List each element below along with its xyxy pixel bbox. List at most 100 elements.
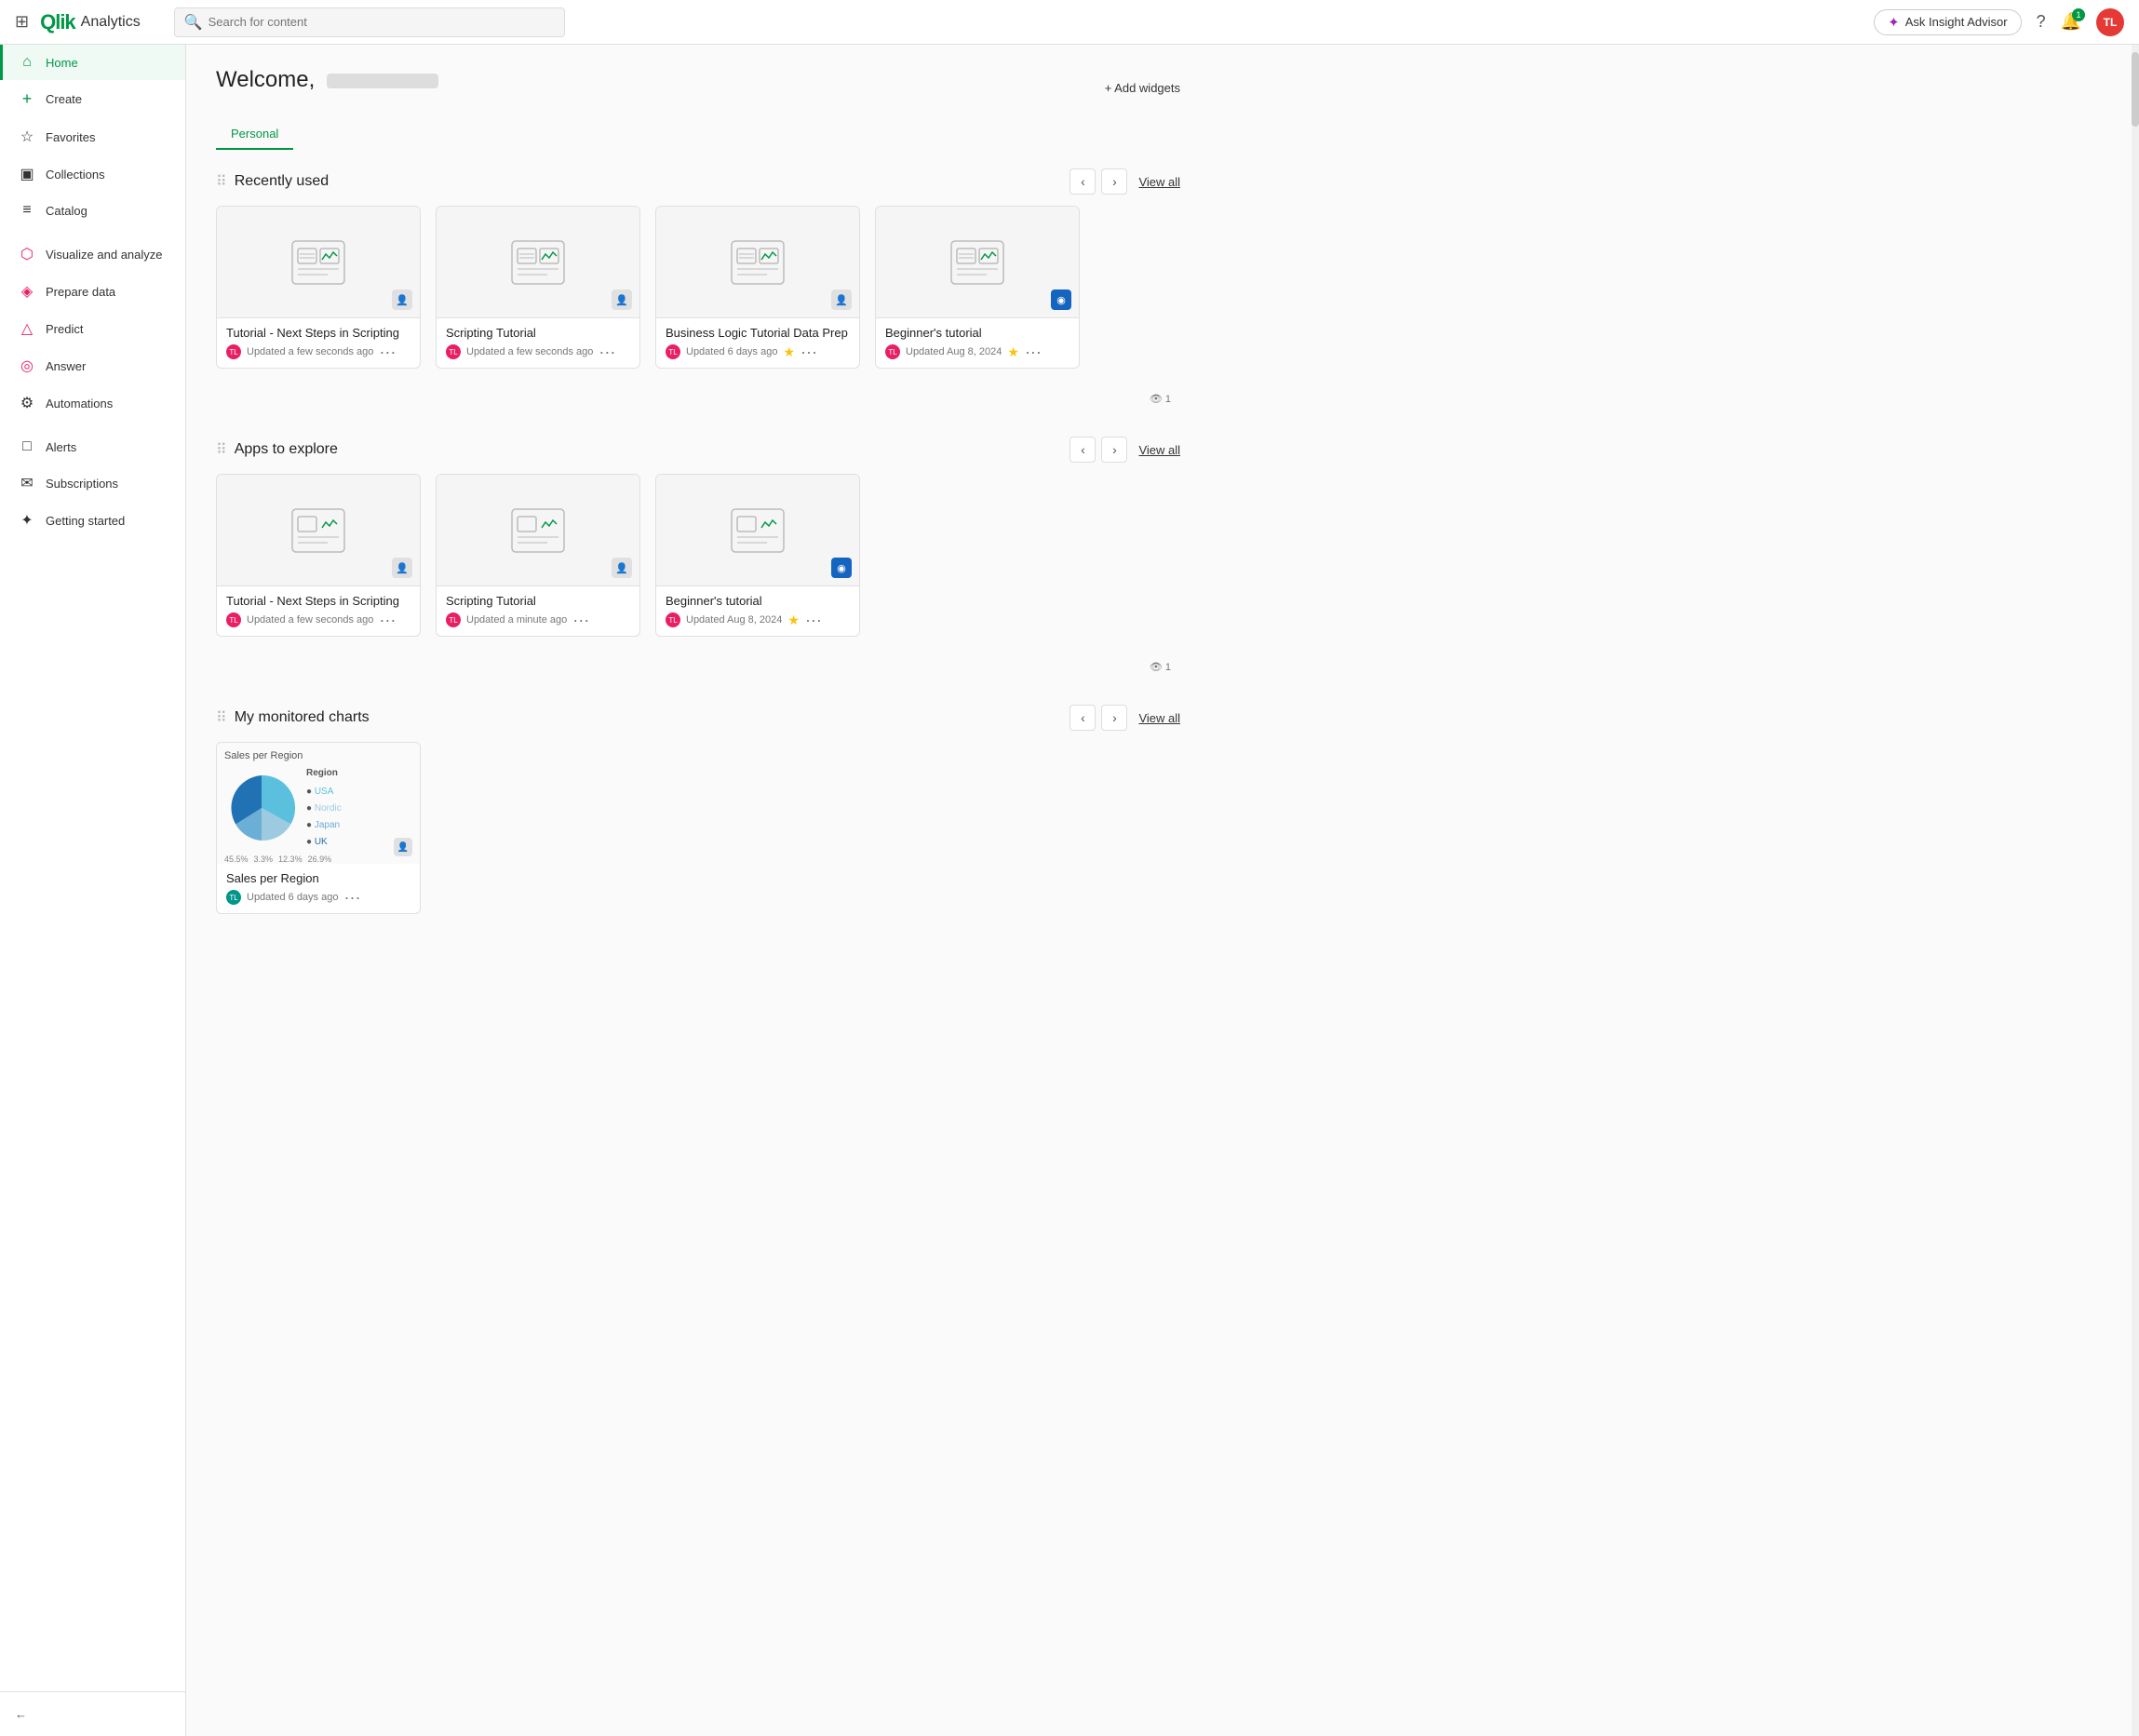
add-widgets-button[interactable]: + Add widgets [1105,81,1180,95]
topnav-right: ✦ Ask Insight Advisor ? 🔔 1 TL [1874,8,2124,36]
tabs: Personal [216,119,293,150]
answer-icon: ◎ [18,357,36,375]
chart-badge: 👤 [394,838,412,856]
drag-handle-recently-used[interactable]: ⠿ [216,172,227,191]
sidebar-item-predict[interactable]: △ Predict [0,310,185,347]
recently-used-card-1[interactable]: 👤 Tutorial - Next Steps in Scripting TL … [216,206,421,369]
recently-used-next-btn[interactable]: › [1101,168,1127,195]
recently-used-view-all[interactable]: View all [1138,175,1180,189]
scrollbar-thumb[interactable] [2132,52,2139,127]
apps-thumbnail-1 [290,507,346,554]
help-icon[interactable]: ? [2037,12,2046,32]
sidebar-item-catalog[interactable]: ≡ Catalog [0,193,185,228]
search-bar[interactable]: 🔍 [174,7,565,37]
sidebar-item-visualize[interactable]: ⬡ Visualize and analyze [0,236,185,273]
card-avatar-2: TL [446,344,461,359]
card-badge-person-3: 👤 [831,289,852,310]
card-badge-person-1: 👤 [392,289,412,310]
recently-used-header: ⠿ Recently used ‹ › View all [216,168,1180,195]
tab-personal[interactable]: Personal [216,119,293,150]
recently-used-title: Recently used [235,173,329,190]
recently-used-cards: 👤 Tutorial - Next Steps in Scripting TL … [216,206,1180,369]
sidebar-bottom: ← [0,1691,185,1736]
sidebar-item-getting-started[interactable]: ✦ Getting started [0,502,185,539]
drag-handle-apps[interactable]: ⠿ [216,440,227,459]
catalog-icon: ≡ [18,202,36,219]
apps-card-updated-1: Updated a few seconds ago [247,614,373,626]
sidebar-item-collections[interactable]: ▣ Collections [0,155,185,193]
apps-card-more-1[interactable]: ··· [379,612,396,628]
sidebar-item-subscriptions[interactable]: ✉ Subscriptions [0,464,185,502]
apps-card-avatar-1: TL [226,612,241,627]
drag-handle-charts[interactable]: ⠿ [216,708,227,727]
card-more-btn-2[interactable]: ··· [599,343,615,360]
card-meta-1: TL Updated a few seconds ago ··· [226,343,410,360]
search-input[interactable] [209,15,555,29]
sidebar-label-answer: Answer [46,359,86,373]
card-star-btn-4[interactable]: ★ [1007,344,1019,360]
chart-card-1[interactable]: Sales per Region [216,742,421,914]
legend-item-uk: ● UK [306,834,342,851]
sidebar-item-favorites[interactable]: ☆ Favorites [0,118,185,155]
legend-region: Region [306,765,342,782]
sidebar-item-prepare[interactable]: ◈ Prepare data [0,273,185,310]
card-updated-2: Updated a few seconds ago [466,346,593,357]
card-more-btn-4[interactable]: ··· [1025,343,1042,360]
apps-card-star-3[interactable]: ★ [787,612,800,628]
sidebar-item-answer[interactable]: ◎ Answer [0,347,185,384]
avatar[interactable]: TL [2096,8,2124,36]
apps-card-avatar-2: TL [446,612,461,627]
apps-eye-icon: 👁 [1150,661,1163,673]
sidebar-label-alerts: Alerts [46,440,76,454]
chart-card-info-1: Sales per Region TL Updated 6 days ago ·… [217,864,420,913]
recently-used-card-3[interactable]: 👤 Business Logic Tutorial Data Prep TL U… [655,206,860,369]
sidebar-item-home[interactable]: ⌂ Home [0,45,185,80]
monitored-charts-section: ⠿ My monitored charts ‹ › View all Sales… [216,705,1180,914]
charts-next-btn[interactable]: › [1101,705,1127,731]
sidebar-collapse-btn[interactable]: ← [0,1700,185,1729]
apps-to-explore-title: Apps to explore [235,441,338,458]
notifications-badge: 1 [2072,8,2085,21]
apps-card-more-2[interactable]: ··· [572,612,589,628]
card-meta-4: TL Updated Aug 8, 2024 ★ ··· [885,343,1070,360]
charts-view-all[interactable]: View all [1138,711,1180,725]
apps-card-3[interactable]: ◉ Beginner's tutorial TL Updated Aug 8, … [655,474,860,637]
sidebar-item-automations[interactable]: ⚙ Automations [0,384,185,422]
sidebar-label-automations: Automations [46,397,113,410]
pie-labels: 45.5%3.3%12.3%26.9% [224,855,412,864]
apps-card-updated-3: Updated Aug 8, 2024 [686,614,782,626]
card-badge-circle-4: ◉ [1051,289,1071,310]
chart-card-more-1[interactable]: ··· [343,889,360,906]
card-star-btn-3[interactable]: ★ [783,344,795,360]
card-more-btn-3[interactable]: ··· [800,343,817,360]
spark-icon: ✦ [1888,14,1900,31]
charts-prev-btn[interactable]: ‹ [1070,705,1096,731]
apps-card-2[interactable]: 👤 Scripting Tutorial TL Updated a minute… [436,474,640,637]
apps-card-1[interactable]: 👤 Tutorial - Next Steps in Scripting TL … [216,474,421,637]
apps-next-btn[interactable]: › [1101,437,1127,463]
grid-menu-icon[interactable]: ⊞ [15,12,29,32]
apps-card-more-3[interactable]: ··· [805,612,822,628]
card-thumb-3: 👤 [656,207,859,318]
apps-card-title-3: Beginner's tutorial [666,594,850,608]
sidebar-item-alerts[interactable]: □ Alerts [0,429,185,464]
apps-view-all[interactable]: View all [1138,443,1180,457]
sidebar-label-create: Create [46,92,82,106]
recently-used-card-2[interactable]: 👤 Scripting Tutorial TL Updated a few se… [436,206,640,369]
apps-to-explore-cards: 👤 Tutorial - Next Steps in Scripting TL … [216,474,1180,637]
apps-views-count: 1 [1165,662,1171,673]
recently-used-prev-btn[interactable]: ‹ [1070,168,1096,195]
card-more-btn-1[interactable]: ··· [379,343,396,360]
scrollbar-track[interactable] [2132,45,2139,1736]
apps-card-thumb-2: 👤 [437,475,639,586]
apps-prev-btn[interactable]: ‹ [1070,437,1096,463]
sidebar-label-getting-started: Getting started [46,514,125,528]
ask-insight-button[interactable]: ✦ Ask Insight Advisor [1874,9,2021,35]
card-title-2: Scripting Tutorial [446,326,630,340]
monitored-charts-header: ⠿ My monitored charts ‹ › View all [216,705,1180,731]
sidebar-label-collections: Collections [46,168,105,182]
card-info-3: Business Logic Tutorial Data Prep TL Upd… [656,318,859,368]
recently-used-card-4[interactable]: ◉ Beginner's tutorial TL Updated Aug 8, … [875,206,1080,369]
sidebar-item-create[interactable]: + Create [0,80,185,118]
tabs-row: Personal [216,119,1180,168]
